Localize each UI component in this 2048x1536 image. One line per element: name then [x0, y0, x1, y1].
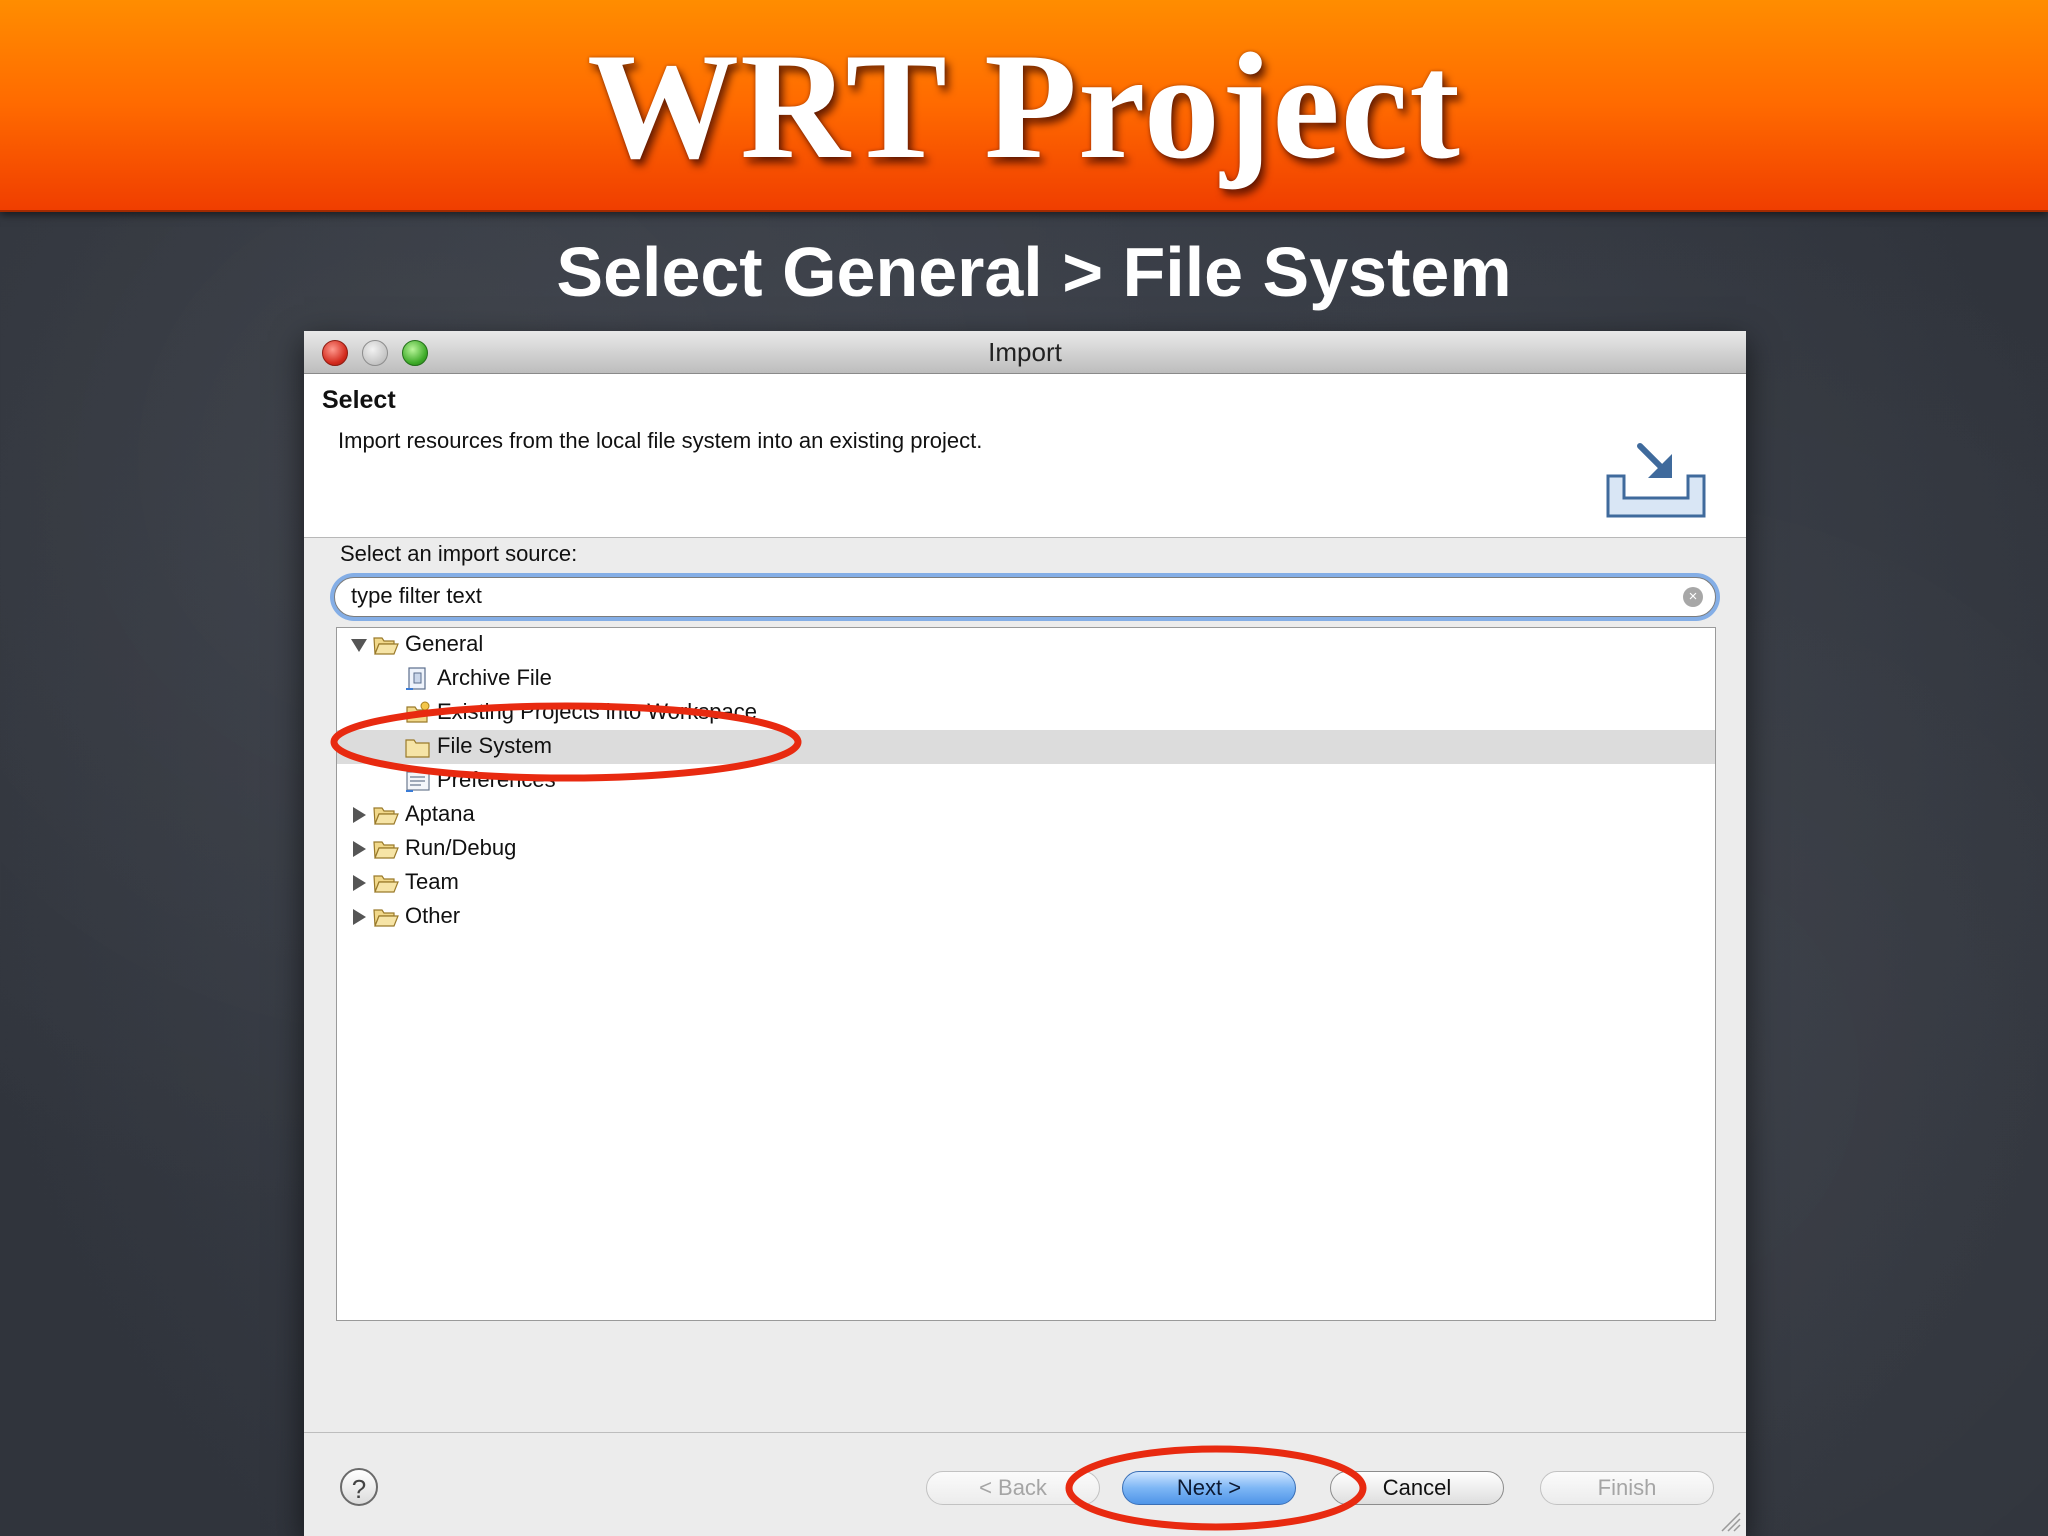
tree-item-run-debug[interactable]: Run/Debug: [337, 832, 1715, 866]
tree-item-team[interactable]: Team: [337, 866, 1715, 900]
tree-item-label: Run/Debug: [405, 835, 517, 860]
tree-item-other[interactable]: Other: [337, 900, 1715, 934]
back-button[interactable]: < Back: [926, 1471, 1100, 1505]
tree-item-archive-file[interactable]: Archive File: [337, 662, 1715, 696]
open-folder-icon: [373, 875, 399, 893]
footer-divider: [304, 1432, 1746, 1433]
archive-file-icon: [406, 667, 426, 690]
wizard-page-title: Select: [322, 386, 396, 414]
next-button[interactable]: Next >: [1122, 1471, 1296, 1505]
resize-grip-icon[interactable]: [1716, 1507, 1742, 1533]
tree-item-label: Archive File: [437, 665, 552, 690]
import-source-label: Select an import source:: [340, 541, 578, 566]
expand-triangle-icon[interactable]: [353, 841, 366, 857]
finish-button[interactable]: Finish: [1540, 1471, 1714, 1505]
tree-item-label: Other: [405, 903, 461, 928]
open-folder-icon: [373, 637, 399, 655]
tree-item-label: Team: [405, 869, 459, 894]
expand-triangle-icon[interactable]: [353, 807, 366, 823]
wizard-header: Select Import resources from the local f…: [304, 374, 1746, 538]
clear-filter-icon[interactable]: ×: [1683, 587, 1703, 607]
import-dialog: Import Select Import resources from the …: [304, 331, 1746, 1536]
wizard-page-description: Import resources from the local file sys…: [338, 428, 983, 453]
import-source-tree: General Archive File Existing Projects i…: [336, 627, 1716, 1321]
slide-banner: WRT Project: [0, 0, 2048, 212]
cancel-button[interactable]: Cancel: [1330, 1471, 1504, 1505]
filter-field: ×: [334, 577, 1716, 617]
filter-input[interactable]: [351, 583, 1671, 609]
expand-triangle-icon[interactable]: [353, 875, 366, 891]
tree-item-aptana[interactable]: Aptana: [337, 798, 1715, 832]
slide-subtitle: Select General > File System: [556, 233, 1512, 311]
open-folder-icon: [373, 909, 399, 927]
tree-item-label: General: [405, 631, 484, 656]
window-titlebar[interactable]: Import: [304, 331, 1746, 374]
tree-item-preferences[interactable]: Preferences: [337, 764, 1715, 798]
import-wizard-icon: [1606, 443, 1706, 518]
tree-item-file-system[interactable]: File System: [337, 730, 1715, 764]
collapse-triangle-icon[interactable]: [351, 639, 367, 652]
window-title: Import: [988, 337, 1062, 367]
tree-item-general[interactable]: General: [337, 628, 1715, 662]
preferences-icon: [406, 771, 430, 792]
project-folder-icon: [406, 701, 430, 723]
open-folder-icon: [373, 841, 399, 859]
expand-triangle-icon[interactable]: [353, 909, 366, 925]
tree-item-label: Existing Projects into Workspace: [437, 699, 757, 724]
folder-icon: [405, 739, 430, 758]
slide-title: WRT Project: [587, 22, 1461, 190]
tree-item-label: File System: [437, 733, 552, 758]
open-folder-icon: [373, 807, 399, 825]
tree-item-label: Aptana: [405, 801, 475, 826]
help-button[interactable]: ?: [340, 1468, 378, 1506]
tree-item-existing-projects[interactable]: Existing Projects into Workspace: [337, 696, 1715, 730]
tree-item-label: Preferences: [437, 767, 556, 792]
